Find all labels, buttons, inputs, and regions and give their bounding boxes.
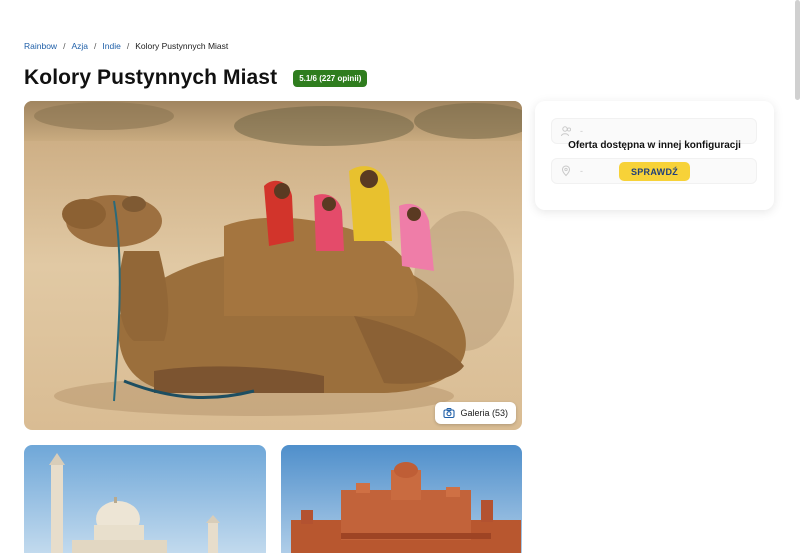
breadcrumb-azja[interactable]: Azja bbox=[71, 41, 88, 51]
thumbnail-photo-1[interactable] bbox=[24, 445, 266, 553]
rating-badge[interactable]: 5.1/6 (227 opinii) bbox=[293, 69, 368, 87]
breadcrumb-separator: / bbox=[63, 41, 66, 51]
location-value: - bbox=[580, 166, 583, 176]
breadcrumb-separator: / bbox=[126, 41, 130, 51]
taj-mahal-photo bbox=[24, 445, 266, 553]
offer-card: - - Oferta dostępna w innej konfiguracji… bbox=[535, 101, 774, 210]
desert-fort-photo bbox=[281, 445, 522, 553]
offer-message: Oferta dostępna w innej konfiguracji bbox=[568, 140, 741, 151]
page-scrollbar[interactable] bbox=[795, 0, 800, 100]
camera-icon bbox=[443, 408, 456, 419]
location-icon bbox=[561, 165, 571, 177]
page-title: Kolory Pustynnych Miast bbox=[24, 66, 278, 89]
hero-photo[interactable]: Galeria (53) bbox=[24, 101, 522, 430]
breadcrumb: Rainbow / Azja / Indie / Kolory Pustynny… bbox=[24, 41, 228, 51]
travelers-value: - bbox=[580, 126, 583, 136]
check-button[interactable]: SPRAWDŹ bbox=[619, 162, 690, 181]
breadcrumb-current: Kolory Pustynnych Miast bbox=[135, 41, 229, 51]
gallery-button[interactable]: Galeria (53) bbox=[435, 402, 516, 424]
thumbnail-photo-2[interactable] bbox=[281, 445, 522, 553]
title-row: Kolory Pustynnych Miast 5.1/6 (227 opini… bbox=[24, 66, 368, 90]
breadcrumb-indie[interactable]: Indie bbox=[102, 41, 120, 51]
travelers-icon bbox=[561, 126, 572, 137]
breadcrumb-rainbow[interactable]: Rainbow bbox=[24, 41, 57, 51]
camel-desert-photo bbox=[24, 101, 522, 430]
breadcrumb-separator: / bbox=[94, 41, 97, 51]
gallery-label: Galeria (53) bbox=[460, 408, 508, 418]
